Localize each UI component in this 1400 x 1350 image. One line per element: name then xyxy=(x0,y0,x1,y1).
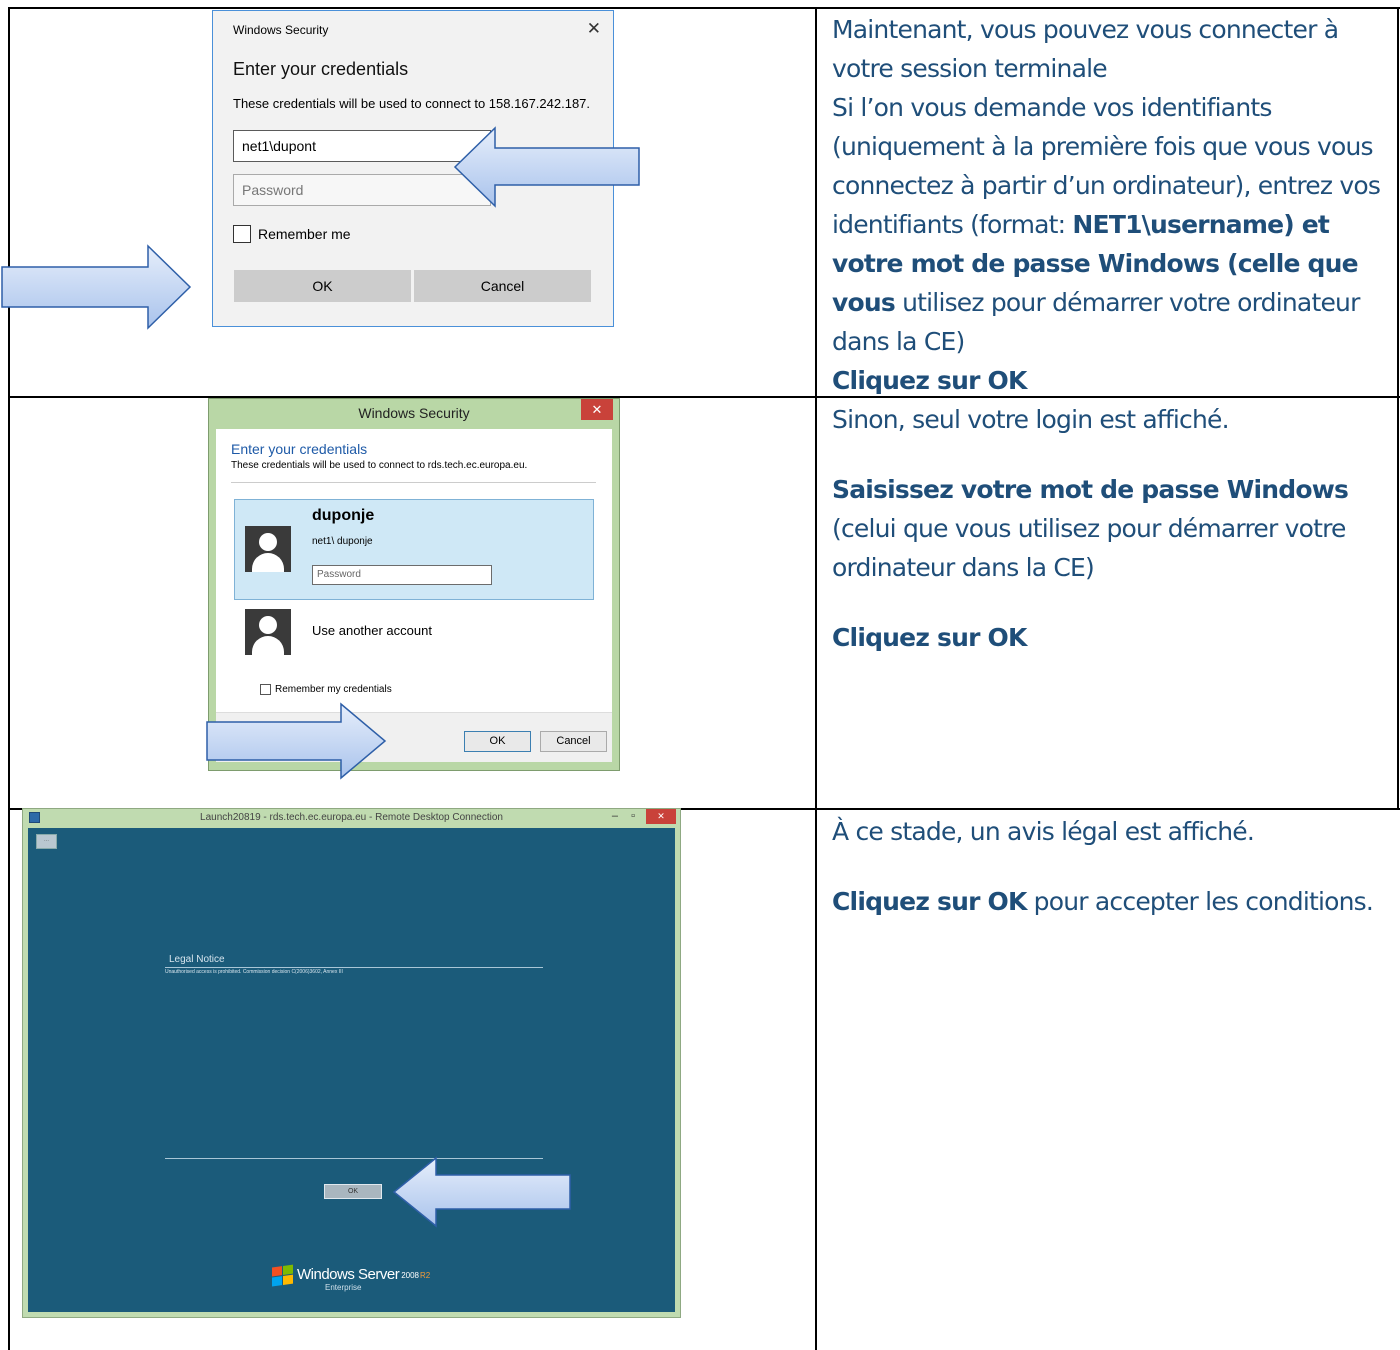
dialog-heading: Enter your credentials xyxy=(231,441,368,457)
ok-button[interactable]: OK xyxy=(234,270,411,302)
row1-instructions: Maintenant, vous pouvez vous connecter à… xyxy=(832,10,1392,400)
row2-line-3: Cliquez sur OK xyxy=(832,618,1392,657)
table-divider-column xyxy=(815,7,817,1350)
remember-credentials-checkbox[interactable]: Remember my credentials xyxy=(260,684,392,695)
windows-server-logo: Windows Server 2008 R2 Enterprise xyxy=(272,1264,431,1292)
row2-instructions: Sinon, seul votre login est affiché. Sai… xyxy=(832,400,1392,657)
cancel-button[interactable]: Cancel xyxy=(414,270,591,302)
window-controls[interactable]: – ▫ xyxy=(612,810,640,822)
dialog-description: These credentials will be used to connec… xyxy=(233,96,591,111)
row2-line-2: Saisissez votre mot de passe Windows (ce… xyxy=(832,470,1392,587)
arrow-right-icon xyxy=(1,244,192,330)
arrow-right-icon xyxy=(206,702,387,780)
remember-me-label: Remember me xyxy=(258,226,351,242)
row1-line-1: Maintenant, vous pouvez vous connecter à… xyxy=(832,15,1339,83)
other-account-label: Use another account xyxy=(312,623,432,638)
brand-r2: R2 xyxy=(420,1271,431,1280)
dialog-title: Windows Security xyxy=(233,23,329,37)
arrow-left-icon xyxy=(392,1156,571,1228)
remote-screen: ⋯ Legal Notice Unauthorised access is pr… xyxy=(28,828,675,1312)
cancel-button[interactable]: Cancel xyxy=(540,731,607,752)
selected-account-tile[interactable]: duponje net1\ duponje Password xyxy=(234,499,594,600)
row2-line-2-text: (celui que vous utilisez pour démarrer v… xyxy=(832,514,1346,582)
row1-click-ok: Cliquez sur OK xyxy=(832,366,1027,395)
dialog-description: These credentials will be used to connec… xyxy=(231,460,528,471)
row1-line-2: Si l’on vous demande vos identifiants (u… xyxy=(832,88,1392,361)
arrow-left-icon xyxy=(453,126,640,208)
row1-line-3: Cliquez sur OK xyxy=(832,361,1392,400)
user-avatar-icon xyxy=(245,609,291,655)
remember-credentials-label: Remember my credentials xyxy=(275,684,392,695)
dialog-title: Windows Security xyxy=(358,405,470,421)
close-icon[interactable]: ✕ xyxy=(587,19,601,39)
brand-edition: Enterprise xyxy=(325,1283,362,1292)
brand-name: Windows Server xyxy=(297,1266,400,1283)
checkbox-icon[interactable] xyxy=(260,684,271,695)
row1-line-2-end: utilisez pour démarrer votre ordinateur … xyxy=(832,288,1360,356)
user-avatar-icon xyxy=(245,526,291,572)
remote-desktop-window: Launch20819 - rds.tech.ec.europa.eu - Re… xyxy=(22,808,681,1318)
window-title: Launch20819 - rds.tech.ec.europa.eu - Re… xyxy=(200,812,503,823)
row2-click-ok: Cliquez sur OK xyxy=(832,623,1027,652)
row3-line-2-text: pour accepter les conditions. xyxy=(1026,887,1374,916)
row3-line-2: Cliquez sur OK pour accepter les conditi… xyxy=(832,882,1392,921)
windows-flag-icon xyxy=(272,1264,294,1287)
checkbox-icon[interactable] xyxy=(233,225,251,243)
row3-line-1: À ce stade, un avis légal est affiché. xyxy=(832,817,1255,846)
table-border-top xyxy=(8,7,1400,9)
window-titlebar: Launch20819 - rds.tech.ec.europa.eu - Re… xyxy=(23,809,680,828)
row2-line-2-bold: Saisissez votre mot de passe Windows xyxy=(832,475,1349,504)
close-icon[interactable]: ✕ xyxy=(581,399,613,420)
connection-bar-icon[interactable]: ⋯ xyxy=(36,834,57,849)
row2-line-1: Sinon, seul votre login est affiché. xyxy=(832,405,1230,434)
ok-button[interactable]: OK xyxy=(464,731,531,752)
remember-me-checkbox[interactable]: Remember me xyxy=(233,225,351,243)
dialog-heading: Enter your credentials xyxy=(233,59,409,79)
table-border-right xyxy=(1397,7,1399,810)
row3-line-2-bold: Cliquez sur OK xyxy=(832,887,1027,916)
divider xyxy=(231,482,596,483)
table-border-left xyxy=(8,7,10,1350)
account-name: duponje xyxy=(312,507,375,524)
legal-notice-text: Unauthorised access is prohibited. Commi… xyxy=(165,969,343,975)
close-icon[interactable]: ✕ xyxy=(646,809,676,824)
legal-ok-button[interactable]: OK xyxy=(324,1184,382,1199)
password-field[interactable]: Password xyxy=(312,565,492,585)
divider xyxy=(165,967,543,968)
brand-version: 2008 xyxy=(401,1271,419,1280)
legal-notice-title: Legal Notice xyxy=(169,954,225,965)
account-login: net1\ duponje xyxy=(312,536,373,547)
row3-instructions: À ce stade, un avis légal est affiché. C… xyxy=(832,812,1392,921)
